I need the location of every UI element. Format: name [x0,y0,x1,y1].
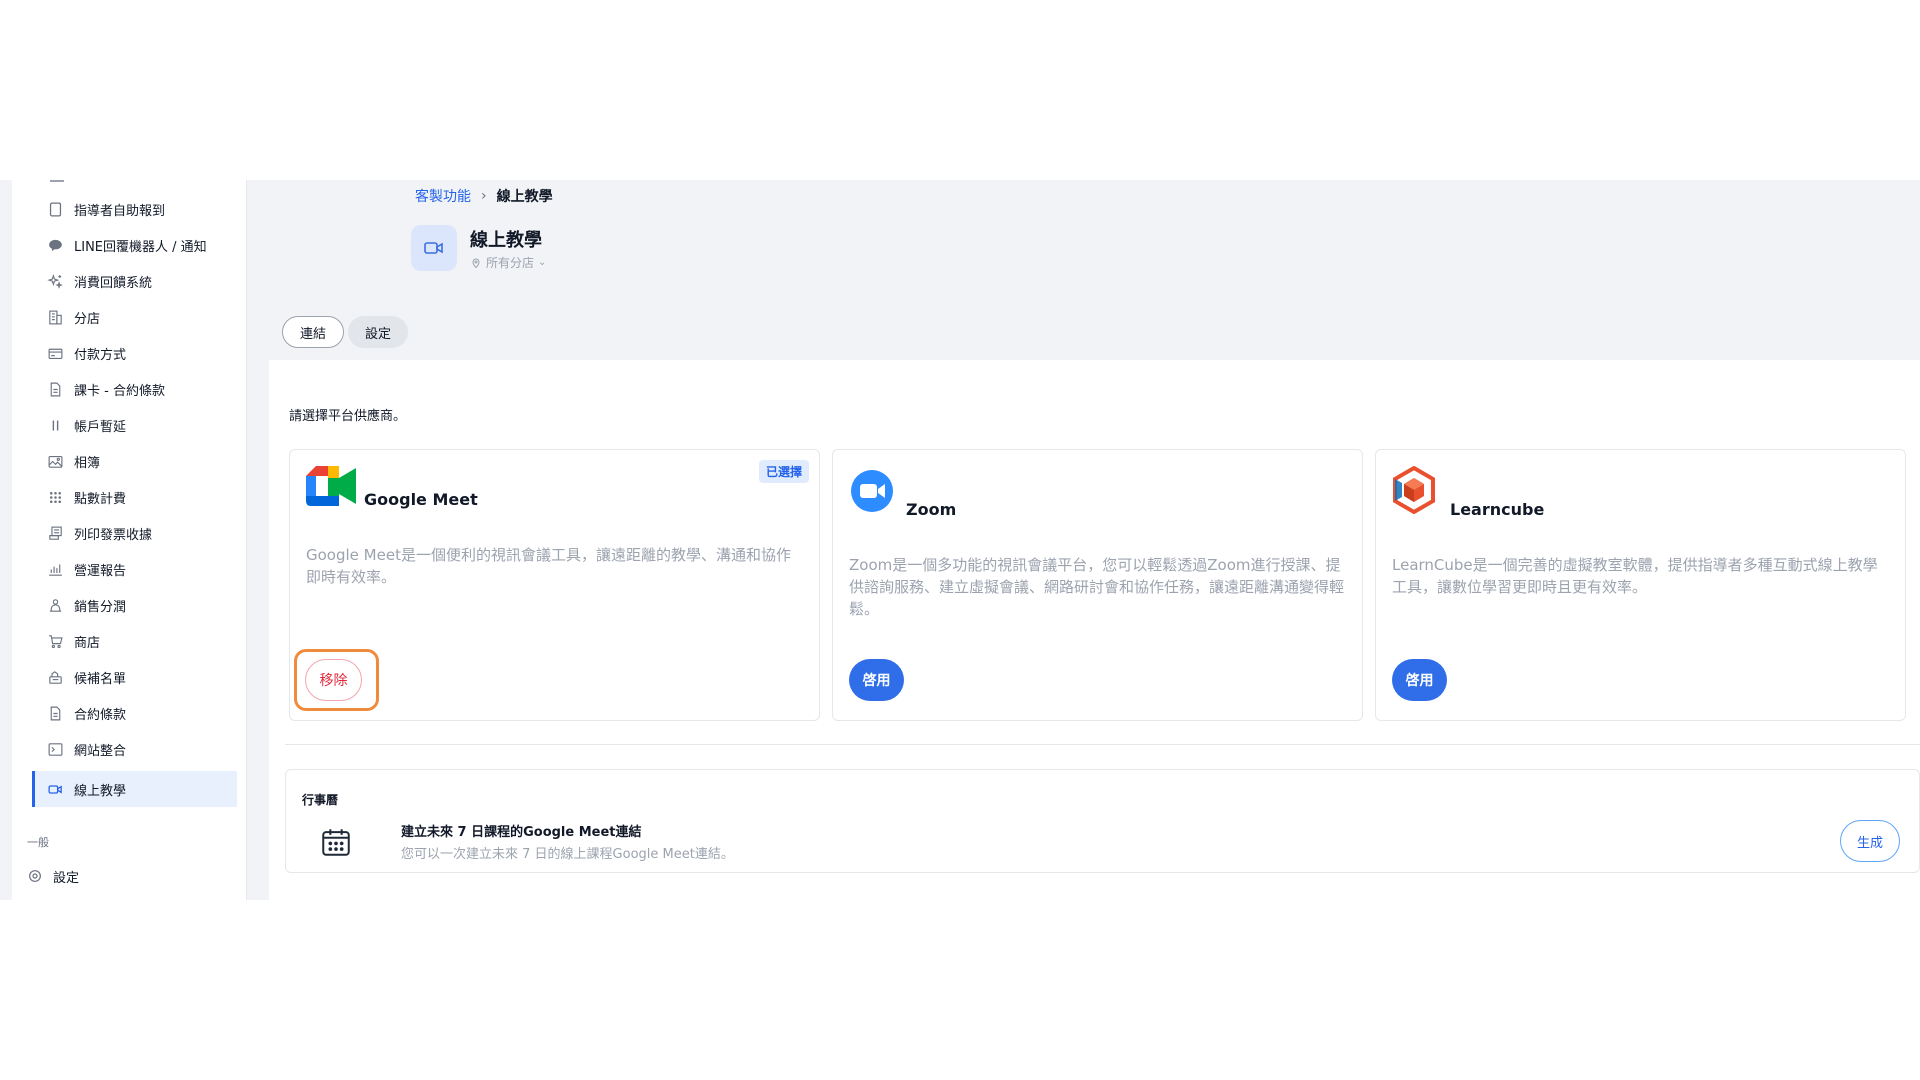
provider-name: Zoom [906,500,957,519]
sidebar-item-label: 網站整合 [74,743,127,759]
section-divider [285,744,1920,745]
generate-button[interactable]: 生成 [1840,820,1900,862]
remove-button[interactable]: 移除 [305,659,362,701]
enable-zoom-button[interactable]: 啓用 [849,659,904,701]
page-title: 線上教學 [470,230,542,251]
printer-receipt-icon [46,524,64,542]
video-camera-icon [411,225,457,271]
sidebar-cut-item [50,180,64,182]
calendar-section: 行事曆 建立未來 7 日課程的Google Meet連結 您可以一次建立未來 7… [285,769,1920,873]
sidebar-item-branches[interactable]: 分店 [32,299,237,335]
provider-name: Learncube [1450,500,1545,519]
sidebar-item-label: 指導者自助報到 [74,203,166,219]
sidebar-item-label: 營運報告 [74,563,127,579]
app-screen: 指導者自助報到 LINE回覆機器人 / 通知 消費回饋系統 分店 付款方式 課卡… [0,180,1920,900]
sidebar-item-print-receipt[interactable]: 列印發票收據 [32,515,237,551]
sidebar-item-waitlist[interactable]: 候補名單 [32,659,237,695]
breadcrumb: 客製功能 › 線上教學 [415,186,553,206]
calendar-subtitle: 您可以一次建立未來 7 日的線上課程Google Meet連結。 [401,847,734,862]
provider-description: Zoom是一個多功能的視訊會議平台，您可以輕鬆透過Zoom進行授課、提供諮詢服務… [849,556,1345,618]
sidebar-item-payment[interactable]: 付款方式 [32,335,237,371]
provider-card-zoom: Zoom Zoom是一個多功能的視訊會議平台，您可以輕鬆透過Zoom進行授課、提… [832,449,1363,721]
sidebar-item-contract-terms[interactable]: 合約條款 [32,695,237,731]
sidebar-item-label: 商店 [74,635,101,651]
enable-learncube-button[interactable]: 啓用 [1392,659,1447,701]
sidebar-section-general: 一般 [27,836,49,849]
tablet-icon [46,200,64,218]
chevron-right-icon: › [481,188,487,204]
sidebar-item-label: LINE回覆機器人 / 通知 [74,239,207,255]
sidebar-item-line-bot[interactable]: LINE回覆機器人 / 通知 [32,227,237,263]
sidebar-item-album[interactable]: 相簿 [32,443,237,479]
calendar-icon [319,825,353,863]
sidebar-item-label: 相簿 [74,455,101,471]
calendar-heading: 行事曆 [302,793,339,807]
sidebar-item-reports[interactable]: 營運報告 [32,551,237,587]
sidebar-item-label: 帳戶暫延 [74,419,127,435]
sidebar-item-points-billing[interactable]: 點數計費 [32,479,237,515]
sidebar-item-label: 分店 [74,311,101,327]
provider-prompt: 請選擇平台供應商。 [289,409,407,424]
location-pin-icon [472,258,480,268]
sidebar-item-label: 線上教學 [74,783,127,799]
selected-badge: 已選擇 [758,460,809,483]
tab-links[interactable]: 連結 [282,316,345,348]
video-camera-icon [46,780,64,798]
sidebar-item-settings[interactable]: 設定 [27,863,79,889]
zoom-logo-icon [851,470,893,516]
people-share-icon [46,596,64,614]
sidebar: 指導者自助報到 LINE回覆機器人 / 通知 消費回饋系統 分店 付款方式 課卡… [0,180,247,900]
sidebar-item-label: 課卡 - 合約條款 [74,383,165,399]
provider-description: Google Meet是一個便利的視訊會議工具，讓遠距離的教學、溝通和協作即時有… [306,546,791,586]
sidebar-item-label: 列印發票收據 [74,527,153,543]
provider-description: LearnCube是一個完善的虛擬教室軟體，提供指導者多種互動式線上教學工具，讓… [1392,556,1878,596]
dots-grid-icon [46,488,64,506]
terminal-icon [46,740,64,758]
bar-chart-icon [46,560,64,578]
sparkle-icon [46,272,64,290]
branch-label: 所有分店 [486,256,535,270]
breadcrumb-current: 線上教學 [496,189,553,205]
gear-icon [27,868,43,884]
google-meet-logo-icon [306,466,356,510]
sidebar-item-card-contract[interactable]: 課卡 - 合約條款 [32,371,237,407]
sidebar-item-website-integration[interactable]: 網站整合 [32,731,237,767]
branch-selector[interactable]: 所有分店 ⌄ [470,254,546,271]
photo-album-icon [46,452,64,470]
credit-card-icon [46,344,64,362]
sidebar-item-label: 候補名單 [74,671,127,687]
sidebar-item-label: 合約條款 [74,707,127,723]
sidebar-item-label: 設定 [53,870,80,886]
cart-icon [46,632,64,650]
sidebar-item-online-teaching[interactable]: 線上教學 [32,771,237,807]
sidebar-item-self-checkin[interactable]: 指導者自助報到 [32,191,237,227]
breadcrumb-parent-link[interactable]: 客製功能 [415,186,471,206]
learncube-logo-icon [1392,465,1436,518]
chevron-down-icon: ⌄ [538,257,547,268]
sidebar-item-label: 點數計費 [74,491,127,507]
main-content: 客製功能 › 線上教學 線上教學 所有分店 ⌄ 連結 設定 請選擇平台供應商。 [247,180,1920,900]
calendar-title: 建立未來 7 日課程的Google Meet連結 [401,825,642,840]
sidebar-item-rewards[interactable]: 消費回饋系統 [32,263,237,299]
sidebar-gutter [0,180,12,900]
provider-card-google-meet: Google Meet 已選擇 Google Meet是一個便利的視訊會議工具，… [289,449,820,721]
sidebar-item-account-suspend[interactable]: 帳戶暫延 [32,407,237,443]
pause-icon [46,416,64,434]
sidebar-item-label: 付款方式 [74,347,127,363]
sidebar-item-label: 銷售分潤 [74,599,127,615]
provider-name: Google Meet [364,490,478,509]
waitlist-icon [46,668,64,686]
document-icon [46,704,64,722]
tab-settings[interactable]: 設定 [348,316,409,348]
document-icon [46,380,64,398]
settings-panel: 請選擇平台供應商。 Google Meet 已選擇 Google Meet是一個… [269,360,1920,900]
tab-bar: 連結 設定 [282,316,409,348]
provider-card-learncube: Learncube LearnCube是一個完善的虛擬教室軟體，提供指導者多種互… [1375,449,1906,721]
building-icon [46,308,64,326]
sidebar-item-label: 消費回饋系統 [74,275,153,291]
chat-bubble-icon [46,236,64,254]
sidebar-item-shop[interactable]: 商店 [32,623,237,659]
sidebar-item-sales-share[interactable]: 銷售分潤 [32,587,237,623]
